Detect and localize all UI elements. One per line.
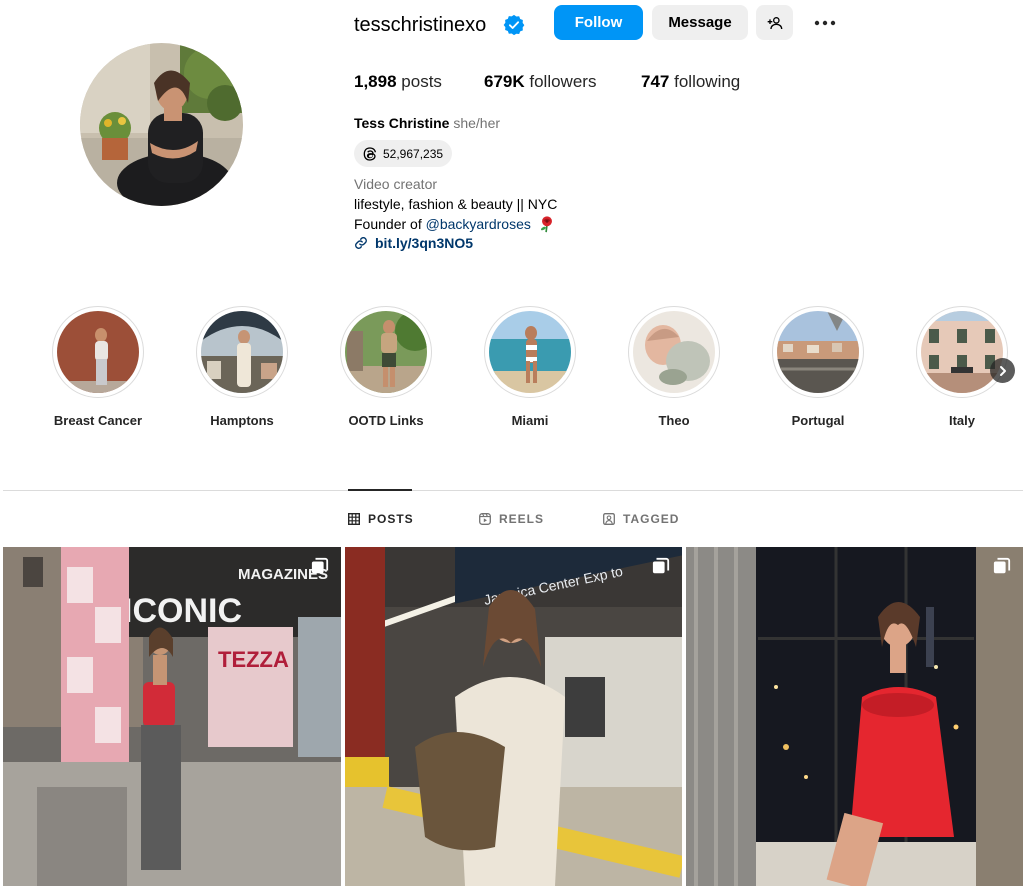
- highlight-label: Portugal: [791, 413, 845, 428]
- more-dots-icon: [814, 20, 836, 25]
- highlight-cover: [489, 311, 571, 393]
- chevron-right-icon: [999, 365, 1006, 376]
- suggested-users-button[interactable]: [756, 5, 793, 40]
- highlight-miami[interactable]: Miami: [484, 306, 576, 428]
- reels-icon: [479, 513, 491, 525]
- rose-icon: [540, 216, 552, 233]
- highlight-label: Breast Cancer: [53, 413, 143, 428]
- verified-badge-icon: [503, 14, 525, 36]
- highlight-label: OOTD Links: [348, 413, 424, 428]
- profile-full-name: Tess Christine she/her: [354, 115, 501, 131]
- threads-icon: [363, 146, 377, 161]
- link-icon: [355, 237, 367, 249]
- bio-external-link[interactable]: bit.ly/3qn3NO5: [354, 233, 473, 253]
- highlight-label: Hamptons: [210, 413, 274, 428]
- carousel-icon: [993, 557, 1011, 574]
- carousel-icon: [311, 557, 329, 574]
- post-image: Jamaica Center Exp to: [345, 547, 682, 886]
- profile-pronouns: she/her: [453, 115, 501, 131]
- threads-badge[interactable]: 52,967,235: [354, 140, 452, 167]
- grid-icon: [348, 513, 360, 525]
- threads-count: 52,967,235: [383, 146, 444, 161]
- add-person-icon: [767, 16, 782, 29]
- tab-reels[interactable]: REELS: [479, 512, 544, 526]
- followers-link[interactable]: 679K followers: [484, 72, 596, 92]
- highlight-label: Italy: [948, 413, 975, 428]
- following-link[interactable]: 747 following: [641, 72, 740, 92]
- profile-category: Video creator: [354, 176, 438, 192]
- post-thumbnail[interactable]: Jamaica Center Exp to: [345, 547, 682, 886]
- more-options-button[interactable]: [806, 5, 844, 40]
- highlight-cover: [345, 311, 427, 393]
- tagged-icon: [603, 513, 615, 525]
- highlight-cover: [921, 311, 1003, 393]
- highlight-portugal[interactable]: Portugal: [772, 306, 864, 428]
- tabs-divider: [3, 490, 1023, 491]
- highlights-next-button[interactable]: [990, 358, 1015, 383]
- bio-mention-link[interactable]: @backyardroses: [426, 216, 531, 232]
- tab-tagged[interactable]: TAGGED: [603, 512, 679, 526]
- svg-text:TEZZA: TEZZA: [218, 647, 289, 672]
- posts-count: 1,898 posts: [354, 72, 442, 91]
- post-image: [686, 547, 1023, 886]
- highlight-cover: [633, 311, 715, 393]
- highlight-hamptons[interactable]: Hamptons: [196, 306, 288, 428]
- carousel-icon: [652, 557, 670, 574]
- profile-username: tesschristinexo: [354, 14, 487, 36]
- post-thumbnail[interactable]: ICONIC MAGAZINES TEZZA: [3, 547, 341, 886]
- bio-line: lifestyle, fashion & beauty || NYC: [354, 196, 558, 212]
- highlight-cover: [57, 311, 139, 393]
- highlight-cover: [201, 311, 283, 393]
- highlight-theo[interactable]: Theo: [628, 306, 720, 428]
- post-thumbnail[interactable]: [686, 547, 1023, 886]
- highlight-label: Miami: [511, 413, 549, 428]
- post-image: ICONIC MAGAZINES TEZZA: [3, 547, 341, 886]
- highlight-ootd-links[interactable]: OOTD Links: [340, 306, 432, 428]
- highlight-breast-cancer[interactable]: Breast Cancer: [52, 306, 144, 428]
- tab-posts[interactable]: POSTS: [348, 512, 414, 526]
- active-tab-indicator: [348, 489, 412, 491]
- highlight-cover: [777, 311, 859, 393]
- svg-text:ICONIC: ICONIC: [123, 592, 242, 630]
- highlight-label: Theo: [658, 413, 690, 428]
- follow-button[interactable]: Follow: [554, 5, 643, 40]
- profile-avatar[interactable]: [80, 43, 243, 206]
- bio-line: Founder of @backyardroses: [354, 214, 556, 234]
- message-button[interactable]: Message: [652, 5, 748, 40]
